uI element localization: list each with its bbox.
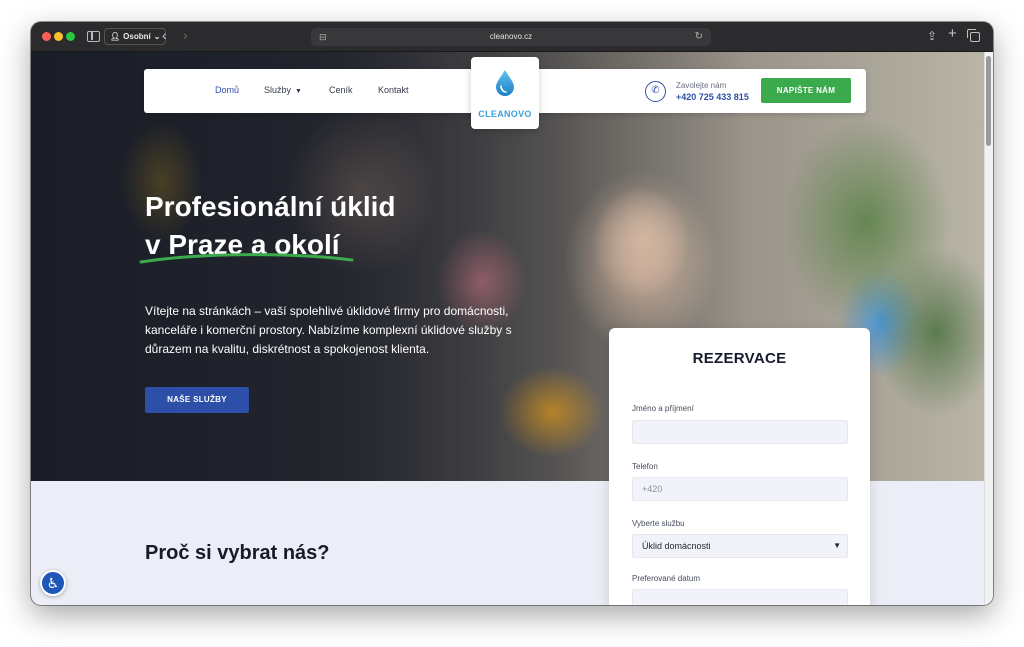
reload-icon[interactable]: ↻	[695, 28, 703, 46]
why-us-heading: Proč si vybrat nás?	[145, 542, 330, 564]
forward-button[interactable]: ›	[183, 27, 188, 43]
sidebar-toggle-icon[interactable]	[87, 31, 100, 42]
logo-text: CLEANOVO	[478, 109, 532, 119]
date-field[interactable]	[632, 589, 848, 605]
nav-services-label: Služby	[264, 85, 292, 95]
reservation-title: REZERVACE	[692, 350, 787, 367]
minimize-window-button[interactable]	[54, 32, 63, 41]
chevron-down-icon: ⌄	[153, 32, 161, 41]
hero-title-line1: Profesionální úklid	[145, 191, 396, 222]
water-drop-icon	[496, 70, 514, 96]
phone-icon: ✆	[645, 81, 666, 102]
browser-window: 👤︎ Osobní ⌄ ‹ › ⊟ cleanovo.cz ↻ ⇪ + Prof…	[31, 22, 993, 605]
nav-services[interactable]: Služby ▼	[264, 85, 302, 95]
phone-field[interactable]: +420	[632, 477, 848, 501]
date-label: Preferované datum	[632, 574, 701, 583]
scrollbar-thumb[interactable]	[986, 56, 991, 146]
chevron-down-icon: ▼	[295, 88, 302, 95]
browser-toolbar: 👤︎ Osobní ⌄ ‹ › ⊟ cleanovo.cz ↻ ⇪ +	[31, 22, 993, 52]
address-bar[interactable]: ⊟ cleanovo.cz ↻	[311, 28, 711, 46]
service-label: Vyberte službu	[632, 519, 685, 528]
site-settings-icon[interactable]: ⊟	[319, 28, 327, 46]
reservation-form: REZERVACE Jméno a příjmení Telefon +420 …	[609, 328, 870, 605]
service-select[interactable]: Úklid domácnosti ▼	[632, 534, 848, 558]
nav-contact[interactable]: Kontakt	[378, 85, 409, 95]
our-services-button[interactable]: NAŠE SLUŽBY	[145, 387, 249, 413]
nav-pricing[interactable]: Ceník	[329, 85, 353, 95]
name-field[interactable]	[632, 420, 848, 444]
name-label: Jméno a příjmení	[632, 404, 694, 413]
url-text: cleanovo.cz	[489, 32, 533, 41]
nav-home[interactable]: Domů	[215, 85, 239, 95]
page-viewport: Profesionální úklid v Praze a okolí Víte…	[31, 52, 993, 605]
person-icon: 👤︎	[110, 32, 121, 41]
accessibility-icon[interactable]: ♿︎	[40, 570, 66, 596]
dropdown-arrow-icon: ▼	[833, 541, 841, 550]
share-icon[interactable]: ⇪	[927, 28, 937, 44]
close-window-button[interactable]	[42, 32, 51, 41]
site-logo[interactable]: CLEANOVO	[471, 57, 539, 129]
zoom-window-button[interactable]	[66, 32, 75, 41]
hero-description: Vítejte na stránkách – vaší spolehlivé ú…	[145, 304, 512, 356]
phone-number-link[interactable]: +420 725 433 815	[676, 92, 749, 102]
new-tab-button[interactable]: +	[948, 26, 957, 42]
phone-label: Zavolejte nám	[676, 81, 727, 90]
phone-field-label: Telefon	[632, 462, 658, 471]
service-selected-value: Úklid domácnosti	[642, 541, 711, 551]
profile-selector[interactable]: 👤︎ Osobní ⌄	[104, 28, 167, 45]
tab-overview-icon[interactable]	[967, 29, 980, 42]
back-button[interactable]: ‹	[162, 27, 167, 43]
title-underline-decoration	[139, 253, 354, 264]
profile-label: Osobní	[123, 32, 151, 41]
write-us-button[interactable]: NAPIŠTE NÁM	[761, 78, 851, 103]
scrollbar[interactable]	[984, 52, 993, 605]
